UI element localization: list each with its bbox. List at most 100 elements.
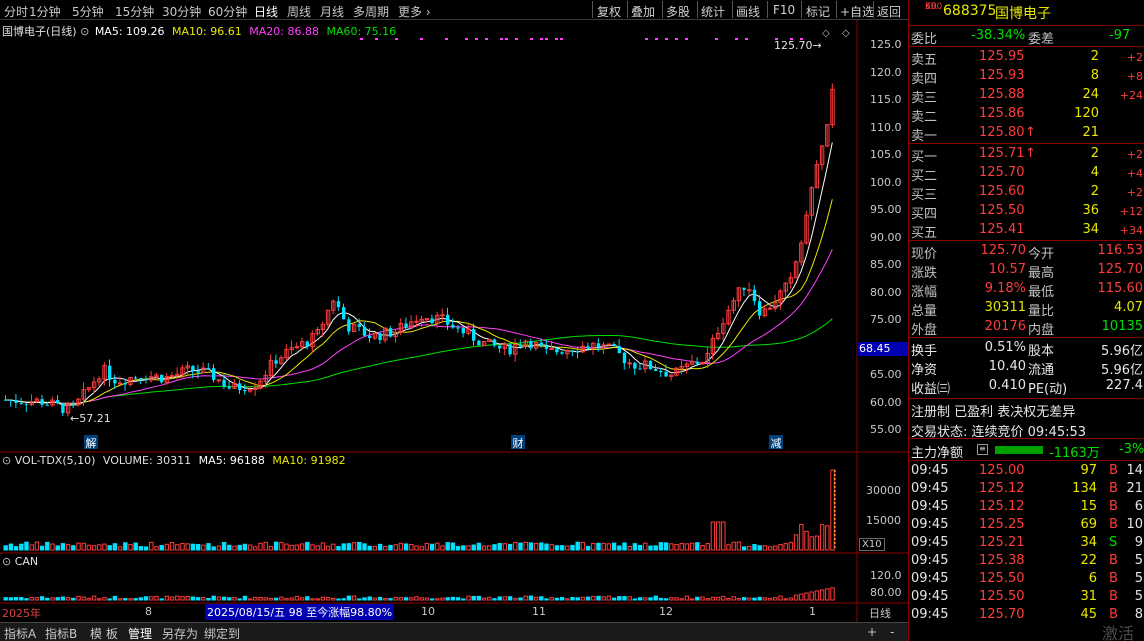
ask-row[interactable]: 卖五 125.95 2 +2 bbox=[909, 48, 1144, 68]
can-bar bbox=[377, 596, 383, 601]
volume-bar bbox=[71, 545, 76, 551]
settings-diamond-icon[interactable]: ◇ bbox=[842, 28, 850, 39]
candle-body bbox=[622, 352, 627, 364]
volume-bar bbox=[393, 544, 398, 551]
can-bar bbox=[544, 598, 549, 601]
volume-bar bbox=[341, 543, 346, 551]
tab-save-as[interactable]: 另存为 bbox=[162, 625, 198, 641]
ask-row[interactable]: 卖四 125.93 8 +8 bbox=[909, 67, 1144, 87]
back-button[interactable]: 返回 bbox=[877, 3, 901, 20]
tab-manage[interactable]: 管理 bbox=[128, 625, 152, 641]
tab-template[interactable]: 模 板 bbox=[90, 625, 118, 641]
can-bar bbox=[294, 596, 300, 601]
period-more-label: 更多 bbox=[398, 5, 423, 19]
tick-price: 125.70 bbox=[979, 607, 1025, 622]
main-flow-row[interactable]: 主力净额 ≡ -1163万 -3% bbox=[909, 441, 1144, 461]
stock-label: 国博电子(日线) bbox=[2, 25, 77, 38]
tab-indicator-b[interactable]: 指标B bbox=[45, 625, 77, 641]
volume-bar bbox=[580, 541, 586, 551]
volume-bar bbox=[8, 543, 14, 551]
can-bar bbox=[55, 597, 60, 601]
price-tick: 55.00 bbox=[870, 423, 902, 436]
tick-time: 09:45 bbox=[911, 589, 949, 604]
bid-row[interactable]: 买三 125.60 2 +2 bbox=[909, 183, 1144, 203]
statistics-button[interactable]: 统计 bbox=[701, 3, 725, 20]
main-legend: 国博电子(日线) ⊙ MA5: 109.26 MA10: 96.61 MA20:… bbox=[2, 23, 396, 39]
tick-count: 5 bbox=[1134, 589, 1143, 604]
overlay-button[interactable]: 叠加 bbox=[631, 3, 655, 20]
period-tab-1min[interactable]: 1分钟 bbox=[29, 3, 61, 20]
volume-bar bbox=[606, 543, 612, 551]
dropdown-circle-icon[interactable]: ⊙ bbox=[80, 25, 89, 38]
tab-indicator-a[interactable]: 指标A bbox=[4, 625, 36, 641]
candle-body bbox=[123, 383, 127, 385]
ask-volume: 24 bbox=[1082, 87, 1099, 102]
quote-value: 20176 bbox=[984, 319, 1026, 334]
event-marker-finance[interactable]: 财 bbox=[511, 435, 525, 450]
candle-body bbox=[555, 348, 559, 353]
period-tab-multi[interactable]: 多周期 bbox=[353, 3, 389, 20]
period-tab-daily[interactable]: 日线 bbox=[254, 3, 278, 20]
period-tab-monthly[interactable]: 月线 bbox=[320, 3, 344, 20]
kline-chart-area[interactable]: 国博电子(日线) ⊙ MA5: 109.26 MA10: 96.61 MA20:… bbox=[0, 20, 908, 622]
kline-chart-svg[interactable] bbox=[0, 20, 908, 622]
bid-row[interactable]: 买二 125.70 4 +4 bbox=[909, 164, 1144, 184]
arrow-up-icon: ↑ bbox=[1025, 125, 1036, 140]
volume-bar bbox=[757, 545, 762, 551]
period-tab-5min[interactable]: 5分钟 bbox=[72, 3, 104, 20]
period-tab-weekly[interactable]: 周线 bbox=[287, 3, 311, 20]
volume-bar bbox=[273, 541, 279, 551]
bid-row[interactable]: 买四 125.50 36 +12 bbox=[909, 202, 1144, 222]
volume-bar bbox=[778, 544, 783, 551]
quote-panel: KR 500 688375 国博电子 委比 -38.34% 委差 -97 卖五 12… bbox=[908, 0, 1144, 641]
tab-bind-to[interactable]: 绑定到 bbox=[204, 625, 240, 641]
timeline-period-label[interactable]: 日线 bbox=[869, 605, 891, 621]
period-tab-30min[interactable]: 30分钟 bbox=[162, 3, 201, 20]
tick-count: 8 bbox=[1134, 607, 1143, 622]
bid-row[interactable]: 买一 125.71 ↑ 2 +2 bbox=[909, 145, 1144, 165]
dropdown-circle-icon[interactable]: ⊙ bbox=[2, 555, 11, 568]
signal-dot bbox=[715, 38, 718, 40]
adjust-button[interactable]: 复权 bbox=[597, 3, 621, 20]
can-bar bbox=[689, 598, 695, 601]
multi-stock-button[interactable]: 多股 bbox=[666, 3, 690, 20]
period-tab-more[interactable]: 更多 › bbox=[398, 3, 431, 20]
can-bar bbox=[825, 588, 830, 601]
volume-bar bbox=[232, 545, 237, 551]
can-bar bbox=[60, 596, 66, 601]
draw-line-button[interactable]: 画线 bbox=[736, 3, 760, 20]
can-bar bbox=[91, 595, 97, 601]
signal-dot bbox=[505, 38, 508, 40]
can-bar bbox=[663, 598, 669, 601]
can-bar bbox=[247, 598, 253, 601]
zoom-in-button[interactable]: + bbox=[867, 625, 877, 639]
event-marker-unlock[interactable]: 解 bbox=[84, 435, 98, 450]
candle-body bbox=[508, 344, 512, 355]
candle-body bbox=[342, 307, 346, 320]
add-favorite-button[interactable]: +自选 bbox=[840, 3, 874, 20]
list-icon[interactable]: ≡ bbox=[977, 444, 988, 455]
volume-bar bbox=[409, 544, 414, 551]
period-tab-60min[interactable]: 60分钟 bbox=[208, 3, 247, 20]
price-tick: 120.0 bbox=[870, 65, 902, 79]
volume-bar bbox=[377, 543, 383, 551]
period-tab-15min[interactable]: 15分钟 bbox=[115, 3, 154, 20]
period-tab-intraday[interactable]: 分时 bbox=[4, 3, 28, 20]
candle-body bbox=[539, 342, 543, 346]
volume-legend: ⊙ VOL-TDX(5,10) VOLUME: 30311 MA5: 96188… bbox=[2, 454, 346, 467]
zoom-out-button[interactable]: - bbox=[890, 625, 894, 639]
candle-body bbox=[227, 386, 231, 389]
ask-row[interactable]: 卖一 125.80 ↑ 21 bbox=[909, 124, 1144, 144]
bid-row[interactable]: 买五 125.41 34 +34 bbox=[909, 221, 1144, 241]
dropdown-circle-icon[interactable]: ⊙ bbox=[2, 454, 11, 467]
candle-body bbox=[117, 382, 123, 385]
ask-row[interactable]: 卖二 125.86 120 bbox=[909, 105, 1144, 125]
mark-button[interactable]: 标记 bbox=[806, 3, 830, 20]
ask-row[interactable]: 卖三 125.88 24 +24 bbox=[909, 86, 1144, 106]
f10-button[interactable]: F10 bbox=[773, 3, 795, 17]
volume-bar bbox=[611, 542, 617, 551]
event-marker-reduce[interactable]: 减 bbox=[769, 435, 783, 450]
toolbar-divider bbox=[873, 1, 874, 18]
can-bar bbox=[367, 596, 372, 601]
can-bar bbox=[466, 595, 471, 601]
